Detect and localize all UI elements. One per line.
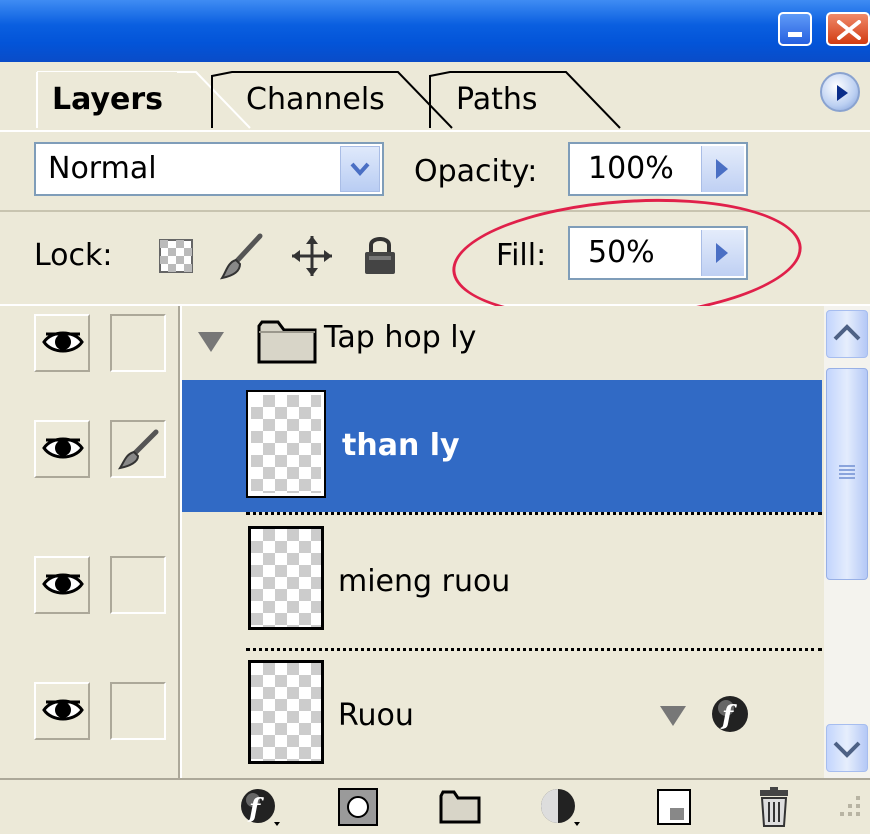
lock-label: Lock: xyxy=(34,238,113,273)
adjustment-layer-icon[interactable] xyxy=(538,786,582,828)
layer-content-selected[interactable]: than ly xyxy=(182,380,822,512)
opacity-value: 100% xyxy=(588,151,674,186)
brush-link-icon[interactable] xyxy=(110,420,166,478)
title-bar[interactable] xyxy=(0,0,870,62)
column-separator xyxy=(178,306,182,778)
visibility-eye-icon[interactable] xyxy=(34,682,90,740)
palette-menu-icon[interactable] xyxy=(820,72,860,112)
layer-thumbnail xyxy=(248,660,324,764)
minimize-button[interactable] xyxy=(778,12,812,46)
layer-thumbnail xyxy=(248,526,324,630)
layer-style-fx-icon[interactable]: f xyxy=(238,786,282,828)
layer-content[interactable]: mieng ruou xyxy=(182,514,822,648)
tab-paths[interactable]: Paths xyxy=(450,72,544,128)
layer-row-selected[interactable]: than ly xyxy=(0,380,822,515)
scrollbar-thumb[interactable] xyxy=(826,368,868,580)
opacity-field[interactable]: 100% xyxy=(568,142,748,196)
new-group-folder-icon[interactable] xyxy=(438,786,482,828)
lock-all-padlock-icon[interactable] xyxy=(362,234,398,276)
layer-thumbnail xyxy=(246,390,326,498)
resize-grip-icon[interactable] xyxy=(830,790,864,824)
tab-layers[interactable]: Layers xyxy=(36,72,177,128)
tab-channels[interactable]: Channels xyxy=(240,72,391,128)
layer-link-slot[interactable] xyxy=(110,314,166,372)
opacity-slider-arrow-icon[interactable] xyxy=(701,146,744,192)
vertical-scrollbar[interactable] xyxy=(824,306,870,778)
lock-position-move-icon[interactable] xyxy=(290,234,334,278)
layer-mask-icon[interactable] xyxy=(336,786,380,828)
layer-row-group[interactable]: Tap hop ly xyxy=(0,306,822,380)
layer-row[interactable]: mieng ruou xyxy=(0,514,822,651)
close-button[interactable] xyxy=(826,12,870,46)
visibility-eye-icon[interactable] xyxy=(34,556,90,614)
lock-image-brush-icon[interactable] xyxy=(220,232,264,280)
layer-content[interactable]: Ruou f xyxy=(182,650,822,778)
layer-effects-fx-icon[interactable]: f xyxy=(710,694,750,734)
layer-name: Ruou xyxy=(338,698,414,733)
effects-expand-triangle-icon[interactable] xyxy=(658,704,688,728)
folder-icon xyxy=(257,320,317,364)
layers-list: Tap hop ly than ly mieng ruou Ruou f xyxy=(0,306,870,778)
bottom-toolbar: f xyxy=(0,778,870,834)
visibility-eye-icon[interactable] xyxy=(34,314,90,372)
opacity-label: Opacity: xyxy=(414,154,538,189)
triangle-expanded-icon[interactable] xyxy=(196,330,226,354)
layer-row[interactable]: Ruou f xyxy=(0,650,822,778)
trash-icon[interactable] xyxy=(752,786,796,828)
group-content[interactable]: Tap hop ly xyxy=(182,306,822,380)
layer-link-slot[interactable] xyxy=(110,556,166,614)
layers-palette-window: Layers Channels Paths Normal Opacity: 10… xyxy=(0,0,870,834)
scroll-up-button[interactable] xyxy=(826,310,868,358)
layer-name: than ly xyxy=(342,428,460,463)
scroll-down-button[interactable] xyxy=(826,724,868,772)
new-layer-icon[interactable] xyxy=(652,786,696,828)
blend-mode-value: Normal xyxy=(48,151,157,186)
layer-name: mieng ruou xyxy=(338,564,511,599)
blend-mode-select[interactable]: Normal xyxy=(34,142,384,196)
lock-transparency-icon[interactable] xyxy=(158,238,194,274)
palette-tab-row: Layers Channels Paths xyxy=(0,62,870,132)
layer-link-slot[interactable] xyxy=(110,682,166,740)
visibility-eye-icon[interactable] xyxy=(34,420,90,478)
chevron-down-icon[interactable] xyxy=(340,146,380,192)
layer-name: Tap hop ly xyxy=(324,320,477,355)
